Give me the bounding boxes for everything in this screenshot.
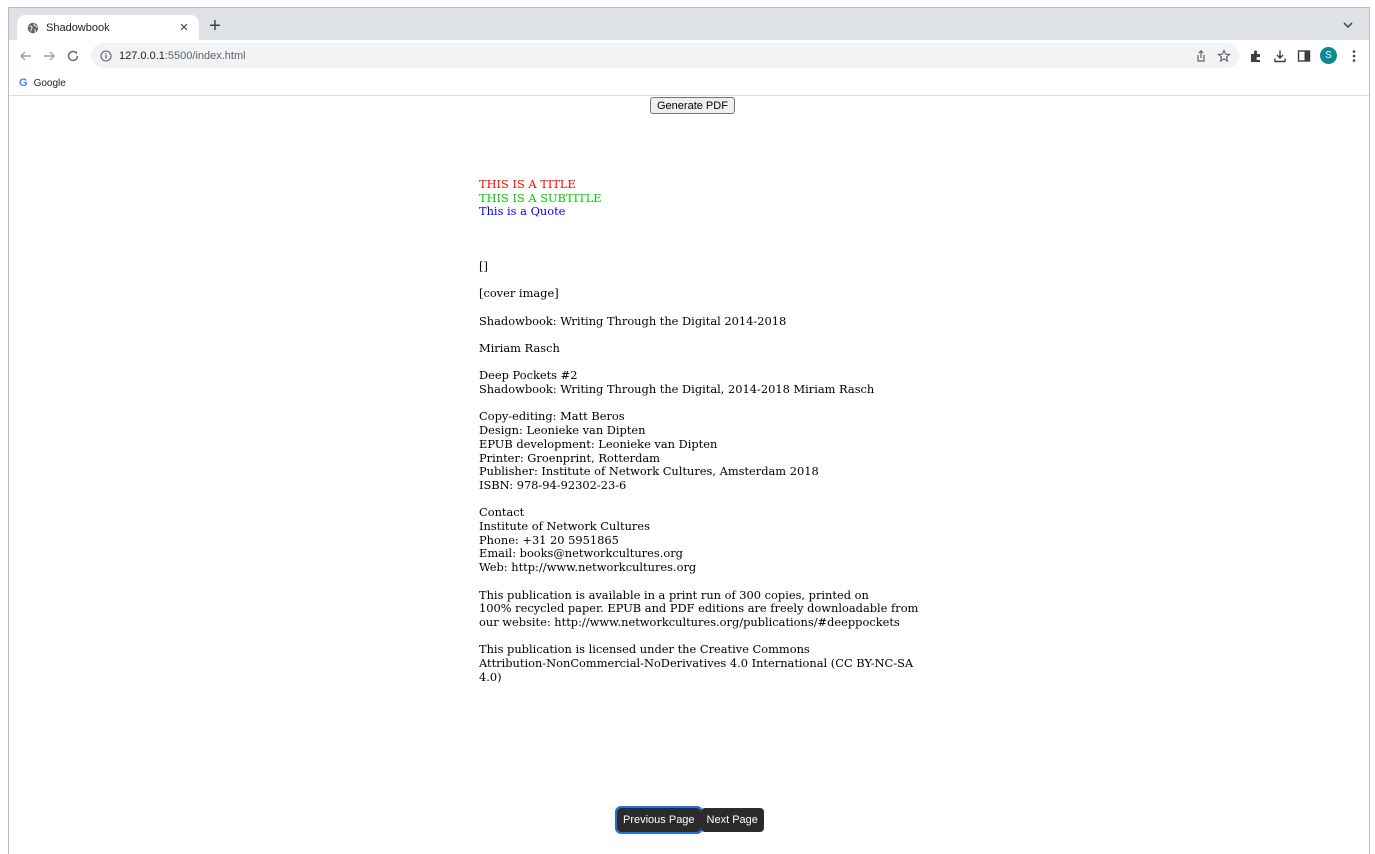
availability-line: This publication is available in a print… xyxy=(479,587,869,602)
page-subtitle: THIS IS A SUBTITLE xyxy=(479,190,602,205)
credit-line: Printer: Groenprint, Rotterdam xyxy=(479,450,660,465)
contact-line: Phone: +31 20 5951865 xyxy=(479,532,619,547)
license-line: This publication is licensed under the C… xyxy=(479,642,810,657)
extensions-icon[interactable] xyxy=(1249,49,1263,63)
contact-block: Contact Institute of Network Cultures Ph… xyxy=(479,506,899,575)
license-block: This publication is licensed under the C… xyxy=(479,642,914,684)
book-page: THIS IS A TITLE THIS IS A SUBTITLE This … xyxy=(479,177,919,698)
contact-line: Email: books@networkcultures.org xyxy=(479,546,683,561)
book-author: Miriam Rasch xyxy=(479,340,560,355)
series-line: Shadowbook: Writing Through the Digital,… xyxy=(479,382,875,397)
close-icon[interactable]: × xyxy=(177,20,191,35)
brackets-text: [] xyxy=(479,258,488,273)
credit-line: ISBN: 978-94-92302-23-6 xyxy=(479,477,627,492)
credit-line: Publisher: Institute of Network Cultures… xyxy=(479,464,819,479)
bookmark-label: Google xyxy=(33,77,66,89)
back-arrow-icon[interactable] xyxy=(18,48,34,64)
side-panel-icon[interactable] xyxy=(1297,49,1311,63)
series-block: Deep Pockets #2 Shadowbook: Writing Thro… xyxy=(479,369,899,396)
forward-arrow-icon[interactable] xyxy=(41,48,57,64)
browser-window: Shadowbook × + 127.0.0.1:5500/index.html xyxy=(8,7,1370,854)
cover-image-placeholder: [cover image] xyxy=(479,286,559,301)
credit-line: Design: Leonieke van Dipten xyxy=(479,423,646,438)
book-title: Shadowbook: Writing Through the Digital … xyxy=(479,313,787,328)
page-viewport: Generate PDF THIS IS A TITLE THIS IS A S… xyxy=(9,97,1369,854)
globe-icon xyxy=(27,22,39,33)
toolbar: 127.0.0.1:5500/index.html S xyxy=(9,40,1369,71)
license-line: Attribution-NonCommercial-NoDerivatives … xyxy=(479,656,914,671)
profile-avatar[interactable]: S xyxy=(1320,47,1337,64)
credit-line: EPUB development: Leonieke van Dipten xyxy=(479,436,718,451)
share-icon[interactable] xyxy=(1194,49,1208,63)
page-header: THIS IS A TITLE THIS IS A SUBTITLE This … xyxy=(479,177,899,219)
credits-block: Copy-editing: Matt Beros Design: Leoniek… xyxy=(479,410,899,492)
chevron-down-icon[interactable] xyxy=(1341,18,1355,32)
info-icon[interactable] xyxy=(100,49,112,62)
tab-title: Shadowbook xyxy=(46,21,110,34)
url-text: 127.0.0.1:5500/index.html xyxy=(119,50,246,62)
credit-line: Copy-editing: Matt Beros xyxy=(479,409,625,424)
download-icon[interactable] xyxy=(1273,49,1287,63)
contact-line: Contact xyxy=(479,505,525,520)
availability-line: our website: http://www.networkcultures.… xyxy=(479,614,900,629)
availability-line: 100% recycled paper. EPUB and PDF editio… xyxy=(479,601,919,616)
url-path: :5500/index.html xyxy=(164,49,246,62)
new-tab-button[interactable]: + xyxy=(205,16,225,36)
pagination: Previous Page Next Page xyxy=(615,806,764,834)
page-quote: This is a Quote xyxy=(479,204,566,219)
license-line: 4.0) xyxy=(479,669,502,684)
google-icon: G xyxy=(19,77,28,89)
previous-page-button[interactable]: Previous Page xyxy=(615,806,703,834)
page-title: THIS IS A TITLE xyxy=(479,177,576,191)
kebab-menu-icon[interactable] xyxy=(1347,49,1361,63)
bookmark-google[interactable]: G Google xyxy=(19,77,66,89)
star-icon[interactable] xyxy=(1217,49,1231,63)
contact-line: Institute of Network Cultures xyxy=(479,519,650,534)
contact-line: Web: http://www.networkcultures.org xyxy=(479,560,697,575)
url-host: 127.0.0.1 xyxy=(119,49,165,62)
tab-strip: Shadowbook × + xyxy=(9,8,1369,40)
reload-icon[interactable] xyxy=(65,48,81,64)
availability-block: This publication is available in a print… xyxy=(479,587,919,630)
address-bar[interactable]: 127.0.0.1:5500/index.html xyxy=(91,43,1239,68)
bookmarks-bar: G Google xyxy=(9,71,1369,96)
tab-shadowbook[interactable]: Shadowbook × xyxy=(17,15,199,40)
series-line: Deep Pockets #2 xyxy=(479,368,578,383)
next-page-button[interactable]: Next Page xyxy=(700,808,764,832)
generate-pdf-button[interactable]: Generate PDF xyxy=(650,97,735,114)
